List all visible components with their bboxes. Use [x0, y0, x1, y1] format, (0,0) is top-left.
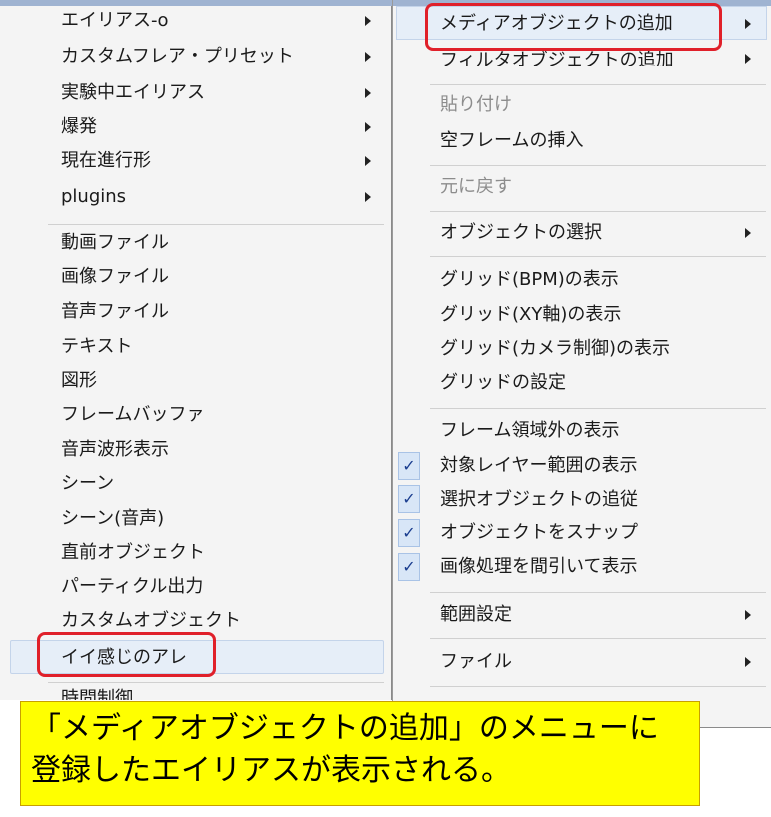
callout-line-2: 登録したエイリアスが表示される。	[31, 753, 511, 788]
menu-item-grid-settings[interactable]: グリッドの設定	[440, 372, 566, 394]
menu-item-custom-object[interactable]: カスタムオブジェクト	[61, 610, 241, 632]
menu-item-in-progress[interactable]: 現在進行形	[61, 150, 151, 172]
menu-item-audio-file[interactable]: 音声ファイル	[61, 301, 169, 323]
checkmark-icon: ✓	[398, 452, 420, 480]
menu-item-custom-flare[interactable]: カスタムフレア・プリセット	[61, 46, 294, 68]
menu-separator	[430, 256, 766, 257]
menu-item-grid-camera[interactable]: グリッド(カメラ制御)の表示	[440, 338, 670, 360]
chevron-right-icon	[365, 52, 371, 62]
menu-item-range-settings[interactable]: 範囲設定	[440, 604, 512, 626]
chevron-right-icon	[745, 657, 751, 667]
checkmark-icon: ✓	[398, 485, 420, 513]
menu-item-follow-selected-object[interactable]: 選択オブジェクトの追従	[440, 489, 638, 511]
menu-item-time-control[interactable]: 時間制御	[61, 688, 133, 700]
menu-item-paste[interactable]: 貼り付け	[440, 94, 512, 116]
menu-separator	[48, 224, 384, 225]
chevron-right-icon	[745, 228, 751, 238]
chevron-right-icon	[745, 19, 751, 29]
menu-separator	[430, 84, 766, 85]
chevron-right-icon	[745, 610, 751, 620]
menu-item-thin-image-processing[interactable]: 画像処理を間引いて表示	[440, 556, 637, 578]
annotation-callout: 「メディアオブジェクトの追加」のメニューに 登録したエイリアスが表示される。	[20, 701, 700, 806]
menu-separator	[430, 686, 766, 687]
menu-separator	[430, 638, 766, 639]
menu-item-snap-objects[interactable]: オブジェクトをスナップ	[440, 522, 638, 544]
chevron-right-icon	[365, 192, 371, 202]
menu-item-scene-audio[interactable]: シーン(音声)	[61, 508, 164, 530]
callout-line-1: 「メディアオブジェクトの追加」のメニューに	[31, 711, 659, 746]
menu-item-alias-o[interactable]: エイリアス-o	[61, 10, 169, 32]
checkmark-icon: ✓	[398, 553, 420, 581]
menu-item-file[interactable]: ファイル	[440, 651, 512, 673]
menu-separator	[48, 682, 384, 683]
menu-item-framebuffer[interactable]: フレームバッファ	[61, 404, 204, 426]
checkmark-icon: ✓	[398, 519, 420, 547]
menu-item-insert-empty-frame[interactable]: 空フレームの挿入	[440, 130, 583, 152]
menu-item-video-file[interactable]: 動画ファイル	[61, 232, 169, 254]
menu-item-select-object[interactable]: オブジェクトの選択	[440, 222, 602, 244]
menu-item-scene[interactable]: シーン	[61, 473, 114, 495]
menu-top-edge	[0, 0, 392, 6]
annotation-box-media-object	[425, 3, 722, 51]
chevron-right-icon	[745, 54, 751, 64]
menu-separator	[430, 592, 766, 593]
menu-item-waveform[interactable]: 音声波形表示	[61, 439, 169, 461]
menu-separator	[430, 211, 766, 212]
menu-item-text[interactable]: テキスト	[61, 336, 132, 358]
menu-item-explosion[interactable]: 爆発	[61, 116, 97, 138]
menu-item-experimental-alias[interactable]: 実験中エイリアス	[61, 82, 205, 104]
chevron-right-icon	[365, 88, 371, 98]
menu-item-plugins[interactable]: plugins	[61, 186, 126, 208]
annotation-box-ii-kanji	[37, 632, 216, 677]
menu-item-image-file[interactable]: 画像ファイル	[61, 266, 169, 288]
menu-item-add-filter-object[interactable]: フィルタオブジェクトの追加	[440, 50, 674, 66]
menu-separator	[430, 408, 766, 409]
chevron-right-icon	[365, 16, 371, 26]
menu-item-show-target-layer-range[interactable]: 対象レイヤー範囲の表示	[440, 455, 637, 477]
menu-item-previous-object[interactable]: 直前オブジェクト	[61, 542, 205, 564]
menu-separator	[430, 165, 766, 166]
menu-item-grid-bpm[interactable]: グリッド(BPM)の表示	[440, 269, 619, 291]
menu-item-show-outside-frame[interactable]: フレーム領域外の表示	[440, 420, 619, 442]
chevron-right-icon	[365, 122, 371, 132]
menu-item-grid-xy[interactable]: グリッド(XY軸)の表示	[440, 304, 621, 326]
menu-item-particle-output[interactable]: パーティクル出力	[61, 576, 203, 598]
chevron-right-icon	[365, 156, 371, 166]
menu-item-shape[interactable]: 図形	[61, 370, 97, 392]
menu-item-undo[interactable]: 元に戻す	[440, 176, 512, 198]
